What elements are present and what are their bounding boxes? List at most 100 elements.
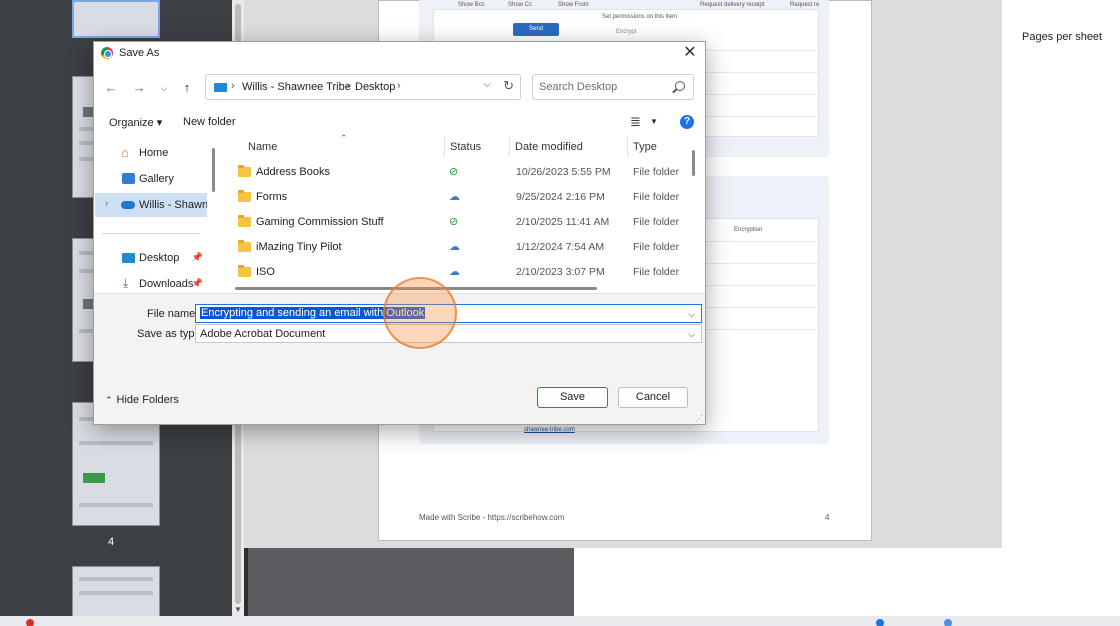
download-icon: ⤓ (123, 276, 129, 290)
breadcrumb-item[interactable]: Desktop (355, 81, 395, 93)
nav-item-desktop[interactable]: Desktop 📌 (95, 246, 207, 270)
dialog-title: Save As (119, 47, 160, 59)
chevron-right-icon[interactable]: › (397, 80, 401, 92)
refresh-icon[interactable]: ↻ (503, 78, 514, 94)
column-header-type[interactable]: Type (633, 141, 657, 153)
file-name-label: File name: (147, 308, 199, 320)
nav-item-home[interactable]: ⌂ Home (95, 141, 207, 165)
hide-folders-button[interactable]: ⌃ Hide Folders (105, 394, 179, 406)
folder-icon (238, 190, 251, 202)
search-box[interactable] (532, 74, 694, 100)
chevron-down-icon[interactable]: ⌵ (483, 79, 491, 90)
nav-item-onedrive[interactable]: › Willis - Shawnee Tribe (95, 193, 207, 217)
column-header-date[interactable]: Date modified (515, 141, 583, 153)
preview-text: Encrypt (616, 29, 637, 35)
file-type: File folder (633, 266, 680, 278)
pin-icon: 📌 (191, 278, 203, 288)
divider (102, 233, 200, 234)
save-as-type-select[interactable]: Adobe Acrobat Document ⌵ (195, 324, 702, 343)
dialog-titlebar[interactable]: Save As ✕ (94, 42, 705, 64)
chevron-right-icon[interactable]: › (346, 80, 350, 92)
lower-background (248, 548, 1120, 616)
column-header-status[interactable]: Status (450, 141, 481, 153)
file-row[interactable]: Address Books ⊘ 10/26/2023 5:55 PM File … (218, 160, 688, 185)
synced-check-icon: ⊘ (449, 166, 459, 178)
taskbar-app-icon[interactable] (876, 619, 884, 626)
file-name-value[interactable]: Encrypting and sending an email with Out… (200, 307, 426, 319)
nav-item-label: Gallery (139, 173, 174, 185)
chrome-icon (101, 47, 113, 59)
home-icon: ⌂ (121, 145, 129, 160)
preview-tooltip: Set permissions on this item (602, 14, 678, 20)
navigation-pane: ⌂ Home Gallery › Willis - Shawnee Tribe … (94, 136, 208, 296)
scroll-down-icon[interactable]: ▼ (234, 605, 242, 614)
preview-send-button: Send (513, 23, 559, 36)
folder-icon (214, 83, 227, 92)
nav-scrollbar[interactable] (212, 148, 215, 192)
save-as-type-label: Save as type: (137, 328, 204, 340)
chevron-down-icon[interactable]: ⌵ (688, 329, 695, 340)
arrow-up-icon[interactable]: ↑ (178, 79, 196, 97)
file-row[interactable]: Forms ☁ 9/25/2024 2:16 PM File folder (218, 185, 688, 210)
chevron-down-icon[interactable]: ⌵ (688, 309, 695, 320)
synced-check-icon: ⊘ (449, 216, 459, 228)
file-list-horizontal-scrollbar[interactable] (235, 287, 597, 290)
save-form: File name: Encrypting and sending an ema… (94, 293, 705, 377)
folder-icon (238, 240, 251, 252)
column-header-name[interactable]: Name (248, 141, 277, 153)
new-folder-button[interactable]: New folder (183, 116, 236, 128)
address-bar[interactable]: › Willis - Shawnee Tribe › Desktop › ⌵ ↻ (205, 74, 521, 100)
close-icon[interactable]: ✕ (679, 43, 701, 63)
breadcrumb-item[interactable]: Willis - Shawnee Tribe (242, 81, 351, 93)
nav-item-gallery[interactable]: Gallery (95, 167, 207, 191)
organize-button[interactable]: Organize ▾ (109, 116, 162, 129)
help-icon[interactable]: ? (680, 115, 694, 129)
chevron-up-icon: ⌃ (105, 395, 113, 405)
taskbar-app-icon[interactable] (26, 619, 34, 626)
gallery-icon (122, 173, 135, 184)
command-bar: Organize ▾ New folder ≣ ▼ ? (94, 112, 705, 134)
cloud-icon (121, 201, 135, 209)
preview-link: shawnee-tribe.com (524, 427, 575, 433)
resize-grip-icon[interactable]: ⋰ (695, 414, 703, 423)
chevron-right-icon[interactable]: › (105, 198, 108, 209)
arrow-right-icon[interactable]: → (130, 79, 148, 97)
chevron-right-icon[interactable]: › (231, 80, 235, 92)
search-input[interactable] (539, 80, 669, 94)
save-button[interactable]: Save (537, 387, 608, 408)
footer-credit: Made with Scribe - https://scribehow.com (419, 513, 565, 522)
view-options-icon[interactable]: ≣ (630, 114, 641, 130)
folder-icon (238, 215, 251, 227)
file-name-input[interactable]: Encrypting and sending an email with Out… (195, 304, 702, 323)
cloud-icon: ☁ (449, 191, 460, 203)
taskbar-app-icon[interactable] (944, 619, 952, 626)
file-date: 1/12/2024 7:54 AM (516, 241, 605, 253)
preview-text: Show From (558, 2, 589, 8)
file-list-scrollbar[interactable] (692, 150, 695, 176)
file-type: File folder (633, 216, 680, 228)
page-thumbnail[interactable] (72, 566, 160, 618)
file-date: 2/10/2023 3:07 PM (516, 266, 605, 278)
cancel-button[interactable]: Cancel (618, 387, 688, 408)
cloud-icon: ☁ (449, 266, 460, 278)
page-thumbnail[interactable] (72, 0, 160, 38)
nav-item-label: Downloads (139, 278, 194, 290)
folder-icon (238, 165, 251, 177)
save-as-type-value: Adobe Acrobat Document (200, 328, 326, 340)
file-row[interactable]: Gaming Commission Stuff ⊘ 2/10/2025 11:4… (218, 210, 688, 235)
hide-folders-label: Hide Folders (116, 394, 179, 406)
arrow-left-icon[interactable]: ← (102, 79, 120, 97)
nav-item-label: Willis - Shawnee Tribe (139, 199, 207, 211)
desktop-icon (122, 253, 135, 263)
taskbar (0, 616, 1120, 626)
chevron-down-icon[interactable]: ▼ (650, 117, 658, 126)
chevron-down-icon[interactable]: ⌵ (155, 79, 173, 97)
file-row[interactable]: iMazing Tiny Pilot ☁ 1/12/2024 7:54 AM F… (218, 235, 688, 260)
search-icon[interactable] (675, 81, 685, 91)
file-date: 10/26/2023 5:55 PM (516, 166, 611, 178)
cloud-icon: ☁ (449, 241, 460, 253)
file-row[interactable]: ISO ☁ 2/10/2023 3:07 PM File folder (218, 260, 688, 285)
nav-item-label: Home (139, 147, 169, 159)
footer-page-number: 4 (825, 513, 830, 522)
file-name: Forms (256, 191, 288, 203)
